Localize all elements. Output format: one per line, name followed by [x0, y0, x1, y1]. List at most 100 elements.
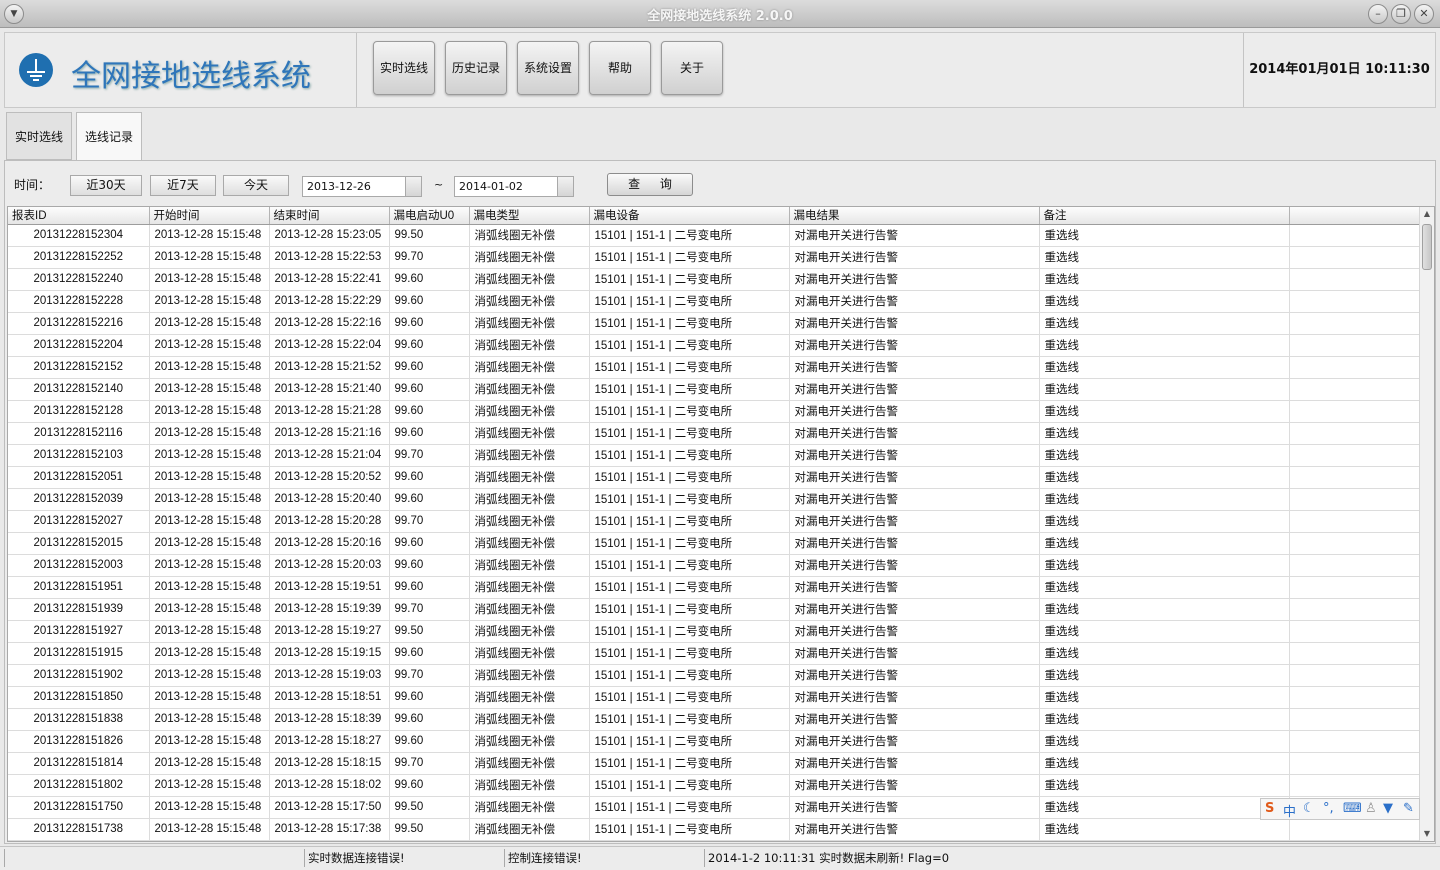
col-leak-device-cell: 15101 | 151-1 | 二号变电所 [589, 444, 790, 467]
start-date-picker[interactable]: 2013-12-26 [302, 176, 422, 197]
table-row[interactable]: 20131228151826 2013-12-28 15:15:48 2013-12… [8, 730, 1420, 753]
col-report-id-cell: 20131228151814 [8, 752, 150, 775]
title-bar: ▼ 全网接地选线系统 2.0.0 – ❐ ✕ [0, 0, 1440, 28]
col-leak-device-cell: 15101 | 151-1 | 二号变电所 [589, 730, 790, 753]
moon-icon[interactable]: ☾ [1303, 801, 1315, 816]
table-row[interactable]: 20131228152116 2013-12-28 15:15:48 2013-12… [8, 422, 1420, 445]
col-report-id-cell: 20131228152116 [8, 422, 150, 445]
end-date-picker[interactable]: 2014-01-02 [454, 176, 574, 197]
col-end-time-cell: 2013-12-28 15:20:28 [269, 510, 390, 533]
nav-button-settings[interactable]: 系统设置 [517, 41, 579, 95]
table-row[interactable]: 20131228152152 2013-12-28 15:15:48 2013-12… [8, 356, 1420, 379]
punctuation-icon[interactable]: °, [1323, 801, 1334, 816]
col-start-time-cell: 2013-12-28 15:15:48 [149, 400, 270, 423]
table-row[interactable]: 20131228151902 2013-12-28 15:15:48 2013-12… [8, 664, 1420, 687]
table-row[interactable]: 20131228151951 2013-12-28 15:15:48 2013-12… [8, 576, 1420, 599]
vertical-scrollbar[interactable]: ▲ ▼ [1419, 207, 1434, 841]
scroll-thumb[interactable] [1422, 224, 1432, 270]
table-row[interactable]: 20131228151927 2013-12-28 15:15:48 2013-12… [8, 620, 1420, 643]
col-end-time-header[interactable]: 结束时间 [269, 207, 390, 225]
nav-button-realtime[interactable]: 实时选线 [373, 41, 435, 95]
table-row[interactable]: 20131228152240 2013-12-28 15:15:48 2013-12… [8, 268, 1420, 291]
col-start-time-cell: 2013-12-28 15:15:48 [149, 796, 270, 819]
table-row[interactable]: 20131228152103 2013-12-28 15:15:48 2013-12… [8, 444, 1420, 467]
ime-toolbar[interactable]: S 中 ☾ °, ⌨ ♙ ▼ ✎ [1260, 798, 1420, 820]
nav-button-about[interactable]: 关于 [661, 41, 723, 95]
col-leak-type-header[interactable]: 漏电类型 [469, 207, 590, 225]
scroll-up-icon[interactable]: ▲ [1420, 207, 1434, 221]
sogou-logo-icon[interactable]: S [1265, 801, 1274, 816]
nav-button-history[interactable]: 历史记录 [445, 41, 507, 95]
col-leak-device-cell: 15101 | 151-1 | 二号变电所 [589, 686, 790, 709]
col-leak-type-cell: 消弧线圈无补偿 [469, 400, 590, 423]
table-row[interactable]: 20131228152027 2013-12-28 15:15:48 2013-12… [8, 510, 1420, 533]
col-leak-device-cell: 15101 | 151-1 | 二号变电所 [589, 378, 790, 401]
col-start-time-cell: 2013-12-28 15:15:48 [149, 708, 270, 731]
col-leak-device-cell: 15101 | 151-1 | 二号变电所 [589, 752, 790, 775]
col-report-id-cell: 20131228152039 [8, 488, 150, 511]
table-row[interactable]: 20131228151802 2013-12-28 15:15:48 2013-12… [8, 774, 1420, 797]
table-row[interactable]: 20131228152015 2013-12-28 15:15:48 2013-12… [8, 532, 1420, 555]
table-row[interactable]: 20131228152140 2013-12-28 15:15:48 2013-12… [8, 378, 1420, 401]
table-row[interactable]: 20131228152204 2013-12-28 15:15:48 2013-12… [8, 334, 1420, 357]
col-leak-result-cell: 对漏电开关进行告警 [789, 312, 1040, 335]
shirt-icon[interactable]: ▼ [1383, 801, 1393, 816]
restore-icon[interactable]: ❐ [1391, 4, 1411, 24]
records-panel: 时间： 近30天 近7天 今天 2013-12-26 ~ 2014-01-02 … [4, 160, 1436, 844]
col-remark-header[interactable]: 备注 [1039, 207, 1290, 225]
table-row[interactable]: 20131228151838 2013-12-28 15:15:48 2013-12… [8, 708, 1420, 731]
col-leak-type-cell: 消弧线圈无补偿 [469, 444, 590, 467]
col-leak-type-cell: 消弧线圈无补偿 [469, 312, 590, 335]
row-filler [1289, 774, 1420, 797]
col-remark-cell: 重选线 [1039, 532, 1290, 555]
table-row[interactable]: 20131228152051 2013-12-28 15:15:48 2013-12… [8, 466, 1420, 489]
last-7-days-button[interactable]: 近7天 [150, 175, 216, 196]
col-remark-cell: 重选线 [1039, 796, 1290, 819]
table-row[interactable]: 20131228151850 2013-12-28 15:15:48 2013-12… [8, 686, 1420, 709]
col-start-time-cell: 2013-12-28 15:15:48 [149, 510, 270, 533]
col-start-time-cell: 2013-12-28 15:15:48 [149, 730, 270, 753]
close-icon[interactable]: ✕ [1414, 4, 1434, 24]
row-filler [1289, 686, 1420, 709]
table-row[interactable]: 20131228151814 2013-12-28 15:15:48 2013-12… [8, 752, 1420, 775]
table-row[interactable]: 20131228151750 2013-12-28 15:15:48 2013-12… [8, 796, 1420, 819]
table-row[interactable]: 20131228152216 2013-12-28 15:15:48 2013-12… [8, 312, 1420, 335]
col-leak-result-cell: 对漏电开关进行告警 [789, 268, 1040, 291]
chevron-down-icon[interactable] [405, 177, 421, 196]
wrench-icon[interactable]: ✎ [1403, 801, 1414, 816]
row-filler [1289, 334, 1420, 357]
user-icon[interactable]: ♙ [1365, 801, 1377, 816]
col-leak-device-header[interactable]: 漏电设备 [589, 207, 790, 225]
col-start-time-cell: 2013-12-28 15:15:48 [149, 466, 270, 489]
today-button[interactable]: 今天 [223, 175, 289, 196]
col-leak-result-header[interactable]: 漏电结果 [789, 207, 1040, 225]
table-row[interactable]: 20131228152039 2013-12-28 15:15:48 2013-12… [8, 488, 1420, 511]
table-row[interactable]: 20131228152252 2013-12-28 15:15:48 2013-12… [8, 246, 1420, 269]
col-end-time-cell: 2013-12-28 15:19:39 [269, 598, 390, 621]
ime-mode[interactable]: 中 [1283, 801, 1296, 820]
table-row[interactable]: 20131228152304 2013-12-28 15:15:48 2013-12… [8, 224, 1420, 247]
keyboard-icon[interactable]: ⌨ [1343, 801, 1362, 816]
table-row[interactable]: 20131228151939 2013-12-28 15:15:48 2013-12… [8, 598, 1420, 621]
table-row[interactable]: 20131228152228 2013-12-28 15:15:48 2013-12… [8, 290, 1420, 313]
table-row[interactable]: 20131228151915 2013-12-28 15:15:48 2013-12… [8, 642, 1420, 665]
col-remark-cell: 重选线 [1039, 730, 1290, 753]
col-report-id-header[interactable]: 报表ID [8, 207, 150, 225]
table-row[interactable]: 20131228152003 2013-12-28 15:15:48 2013-12… [8, 554, 1420, 577]
query-button[interactable]: 查 询 [607, 173, 693, 196]
col-start-time-header[interactable]: 开始时间 [149, 207, 270, 225]
col-leak-type-cell: 消弧线圈无补偿 [469, 686, 590, 709]
scroll-down-icon[interactable]: ▼ [1420, 827, 1434, 841]
col-end-time-cell: 2013-12-28 15:20:40 [269, 488, 390, 511]
col-u0-header[interactable]: 漏电启动U0 [389, 207, 470, 225]
nav-button-help[interactable]: 帮助 [589, 41, 651, 95]
minimize-icon[interactable]: – [1368, 4, 1388, 24]
tab-records[interactable]: 选线记录 [76, 112, 142, 160]
tab-realtime[interactable]: 实时选线 [6, 112, 72, 160]
table-row[interactable]: 20131228151738 2013-12-28 15:15:48 2013-12… [8, 818, 1420, 841]
chevron-down-icon[interactable] [557, 177, 573, 196]
col-end-time-cell: 2013-12-28 15:22:16 [269, 312, 390, 335]
last-30-days-button[interactable]: 近30天 [70, 175, 142, 196]
table-row[interactable]: 20131228152128 2013-12-28 15:15:48 2013-12… [8, 400, 1420, 423]
col-remark-cell: 重选线 [1039, 620, 1290, 643]
